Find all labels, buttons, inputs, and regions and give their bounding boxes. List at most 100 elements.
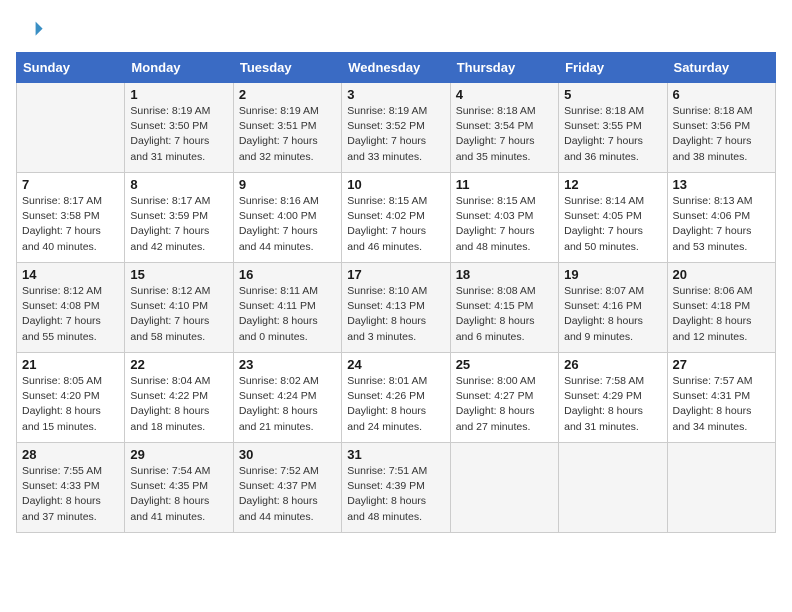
day-number: 17 bbox=[347, 267, 444, 282]
day-info: Sunrise: 8:19 AMSunset: 3:52 PMDaylight:… bbox=[347, 104, 444, 165]
calendar-cell bbox=[559, 443, 667, 533]
calendar-cell: 9 Sunrise: 8:16 AMSunset: 4:00 PMDaylight… bbox=[233, 173, 341, 263]
day-number: 22 bbox=[130, 357, 227, 372]
calendar-cell bbox=[17, 83, 125, 173]
calendar-cell: 4 Sunrise: 8:18 AMSunset: 3:54 PMDaylight… bbox=[450, 83, 558, 173]
header-friday: Friday bbox=[559, 53, 667, 83]
calendar-cell: 13 Sunrise: 8:13 AMSunset: 4:06 PMDayligh… bbox=[667, 173, 775, 263]
day-number: 19 bbox=[564, 267, 661, 282]
calendar-cell: 5 Sunrise: 8:18 AMSunset: 3:55 PMDaylight… bbox=[559, 83, 667, 173]
calendar-cell: 7Sunrise: 8:17 AMSunset: 3:58 PMDaylight… bbox=[17, 173, 125, 263]
header-wednesday: Wednesday bbox=[342, 53, 450, 83]
day-number: 1 bbox=[130, 87, 227, 102]
day-info: Sunrise: 8:13 AMSunset: 4:06 PMDaylight:… bbox=[673, 194, 770, 255]
calendar-cell: 25 Sunrise: 8:00 AMSunset: 4:27 PMDayligh… bbox=[450, 353, 558, 443]
calendar-cell: 3 Sunrise: 8:19 AMSunset: 3:52 PMDaylight… bbox=[342, 83, 450, 173]
day-info: Sunrise: 8:06 AMSunset: 4:18 PMDaylight:… bbox=[673, 284, 770, 345]
calendar-cell: 19 Sunrise: 8:07 AMSunset: 4:16 PMDayligh… bbox=[559, 263, 667, 353]
day-number: 10 bbox=[347, 177, 444, 192]
day-number: 24 bbox=[347, 357, 444, 372]
header-sunday: Sunday bbox=[17, 53, 125, 83]
day-info: Sunrise: 7:57 AMSunset: 4:31 PMDaylight:… bbox=[673, 374, 770, 435]
day-number: 6 bbox=[673, 87, 770, 102]
calendar-cell: 12 Sunrise: 8:14 AMSunset: 4:05 PMDayligh… bbox=[559, 173, 667, 263]
day-info: Sunrise: 8:15 AMSunset: 4:02 PMDaylight:… bbox=[347, 194, 444, 255]
day-info: Sunrise: 8:15 AMSunset: 4:03 PMDaylight:… bbox=[456, 194, 553, 255]
day-info: Sunrise: 7:52 AMSunset: 4:37 PMDaylight:… bbox=[239, 464, 336, 525]
calendar-week-2: 7Sunrise: 8:17 AMSunset: 3:58 PMDaylight… bbox=[17, 173, 776, 263]
logo bbox=[16, 16, 48, 44]
day-number: 4 bbox=[456, 87, 553, 102]
day-number: 27 bbox=[673, 357, 770, 372]
day-number: 7 bbox=[22, 177, 119, 192]
day-info: Sunrise: 8:17 AMSunset: 3:59 PMDaylight:… bbox=[130, 194, 227, 255]
day-info: Sunrise: 8:12 AMSunset: 4:08 PMDaylight:… bbox=[22, 284, 119, 345]
calendar-cell: 8Sunrise: 8:17 AMSunset: 3:59 PMDaylight… bbox=[125, 173, 233, 263]
day-number: 21 bbox=[22, 357, 119, 372]
day-info: Sunrise: 8:11 AMSunset: 4:11 PMDaylight:… bbox=[239, 284, 336, 345]
calendar-cell: 15 Sunrise: 8:12 AMSunset: 4:10 PMDayligh… bbox=[125, 263, 233, 353]
calendar-cell: 2 Sunrise: 8:19 AMSunset: 3:51 PMDaylight… bbox=[233, 83, 341, 173]
calendar-cell: 23Sunrise: 8:02 AMSunset: 4:24 PMDayligh… bbox=[233, 353, 341, 443]
day-number: 20 bbox=[673, 267, 770, 282]
day-info: Sunrise: 7:58 AMSunset: 4:29 PMDaylight:… bbox=[564, 374, 661, 435]
day-info: Sunrise: 8:19 AMSunset: 3:51 PMDaylight:… bbox=[239, 104, 336, 165]
day-number: 2 bbox=[239, 87, 336, 102]
calendar-header-row: SundayMondayTuesdayWednesdayThursdayFrid… bbox=[17, 53, 776, 83]
calendar-cell: 21Sunrise: 8:05 AMSunset: 4:20 PMDayligh… bbox=[17, 353, 125, 443]
day-number: 9 bbox=[239, 177, 336, 192]
day-info: Sunrise: 8:18 AMSunset: 3:54 PMDaylight:… bbox=[456, 104, 553, 165]
header bbox=[16, 16, 776, 44]
calendar-cell: 6 Sunrise: 8:18 AMSunset: 3:56 PMDaylight… bbox=[667, 83, 775, 173]
day-info: Sunrise: 8:14 AMSunset: 4:05 PMDaylight:… bbox=[564, 194, 661, 255]
calendar-cell bbox=[450, 443, 558, 533]
day-number: 26 bbox=[564, 357, 661, 372]
day-info: Sunrise: 8:01 AMSunset: 4:26 PMDaylight:… bbox=[347, 374, 444, 435]
day-info: Sunrise: 8:08 AMSunset: 4:15 PMDaylight:… bbox=[456, 284, 553, 345]
day-number: 11 bbox=[456, 177, 553, 192]
day-info: Sunrise: 8:02 AMSunset: 4:24 PMDaylight:… bbox=[239, 374, 336, 435]
header-monday: Monday bbox=[125, 53, 233, 83]
day-info: Sunrise: 8:18 AMSunset: 3:56 PMDaylight:… bbox=[673, 104, 770, 165]
day-info: Sunrise: 8:19 AMSunset: 3:50 PMDaylight:… bbox=[130, 104, 227, 165]
day-number: 29 bbox=[130, 447, 227, 462]
day-info: Sunrise: 8:10 AMSunset: 4:13 PMDaylight:… bbox=[347, 284, 444, 345]
calendar-cell: 17 Sunrise: 8:10 AMSunset: 4:13 PMDayligh… bbox=[342, 263, 450, 353]
day-info: Sunrise: 7:55 AMSunset: 4:33 PMDaylight:… bbox=[22, 464, 119, 525]
calendar-cell: 26 Sunrise: 7:58 AMSunset: 4:29 PMDayligh… bbox=[559, 353, 667, 443]
header-thursday: Thursday bbox=[450, 53, 558, 83]
day-number: 5 bbox=[564, 87, 661, 102]
day-number: 3 bbox=[347, 87, 444, 102]
calendar-week-3: 14Sunrise: 8:12 AMSunset: 4:08 PMDayligh… bbox=[17, 263, 776, 353]
day-number: 12 bbox=[564, 177, 661, 192]
header-saturday: Saturday bbox=[667, 53, 775, 83]
calendar-table: SundayMondayTuesdayWednesdayThursdayFrid… bbox=[16, 52, 776, 533]
calendar-cell: 11 Sunrise: 8:15 AMSunset: 4:03 PMDayligh… bbox=[450, 173, 558, 263]
day-info: Sunrise: 8:00 AMSunset: 4:27 PMDaylight:… bbox=[456, 374, 553, 435]
day-number: 25 bbox=[456, 357, 553, 372]
calendar-cell: 10 Sunrise: 8:15 AMSunset: 4:02 PMDayligh… bbox=[342, 173, 450, 263]
day-info: Sunrise: 8:18 AMSunset: 3:55 PMDaylight:… bbox=[564, 104, 661, 165]
calendar-cell: 18 Sunrise: 8:08 AMSunset: 4:15 PMDayligh… bbox=[450, 263, 558, 353]
logo-icon bbox=[16, 16, 44, 44]
calendar-cell: 24 Sunrise: 8:01 AMSunset: 4:26 PMDayligh… bbox=[342, 353, 450, 443]
calendar-week-5: 28 Sunrise: 7:55 AMSunset: 4:33 PMDayligh… bbox=[17, 443, 776, 533]
calendar-cell: 16Sunrise: 8:11 AMSunset: 4:11 PMDayligh… bbox=[233, 263, 341, 353]
calendar-cell: 28 Sunrise: 7:55 AMSunset: 4:33 PMDayligh… bbox=[17, 443, 125, 533]
day-number: 13 bbox=[673, 177, 770, 192]
day-info: Sunrise: 8:12 AMSunset: 4:10 PMDaylight:… bbox=[130, 284, 227, 345]
day-info: Sunrise: 7:54 AMSunset: 4:35 PMDaylight:… bbox=[130, 464, 227, 525]
calendar-cell: 20 Sunrise: 8:06 AMSunset: 4:18 PMDayligh… bbox=[667, 263, 775, 353]
calendar-week-4: 21Sunrise: 8:05 AMSunset: 4:20 PMDayligh… bbox=[17, 353, 776, 443]
day-number: 30 bbox=[239, 447, 336, 462]
calendar-cell: 31Sunrise: 7:51 AMSunset: 4:39 PMDayligh… bbox=[342, 443, 450, 533]
day-info: Sunrise: 8:16 AMSunset: 4:00 PMDaylight:… bbox=[239, 194, 336, 255]
calendar-cell: 14Sunrise: 8:12 AMSunset: 4:08 PMDayligh… bbox=[17, 263, 125, 353]
calendar-cell: 1 Sunrise: 8:19 AMSunset: 3:50 PMDaylight… bbox=[125, 83, 233, 173]
calendar-cell: 22Sunrise: 8:04 AMSunset: 4:22 PMDayligh… bbox=[125, 353, 233, 443]
calendar-cell: 27 Sunrise: 7:57 AMSunset: 4:31 PMDayligh… bbox=[667, 353, 775, 443]
day-number: 15 bbox=[130, 267, 227, 282]
day-number: 28 bbox=[22, 447, 119, 462]
day-number: 18 bbox=[456, 267, 553, 282]
day-info: Sunrise: 8:07 AMSunset: 4:16 PMDaylight:… bbox=[564, 284, 661, 345]
